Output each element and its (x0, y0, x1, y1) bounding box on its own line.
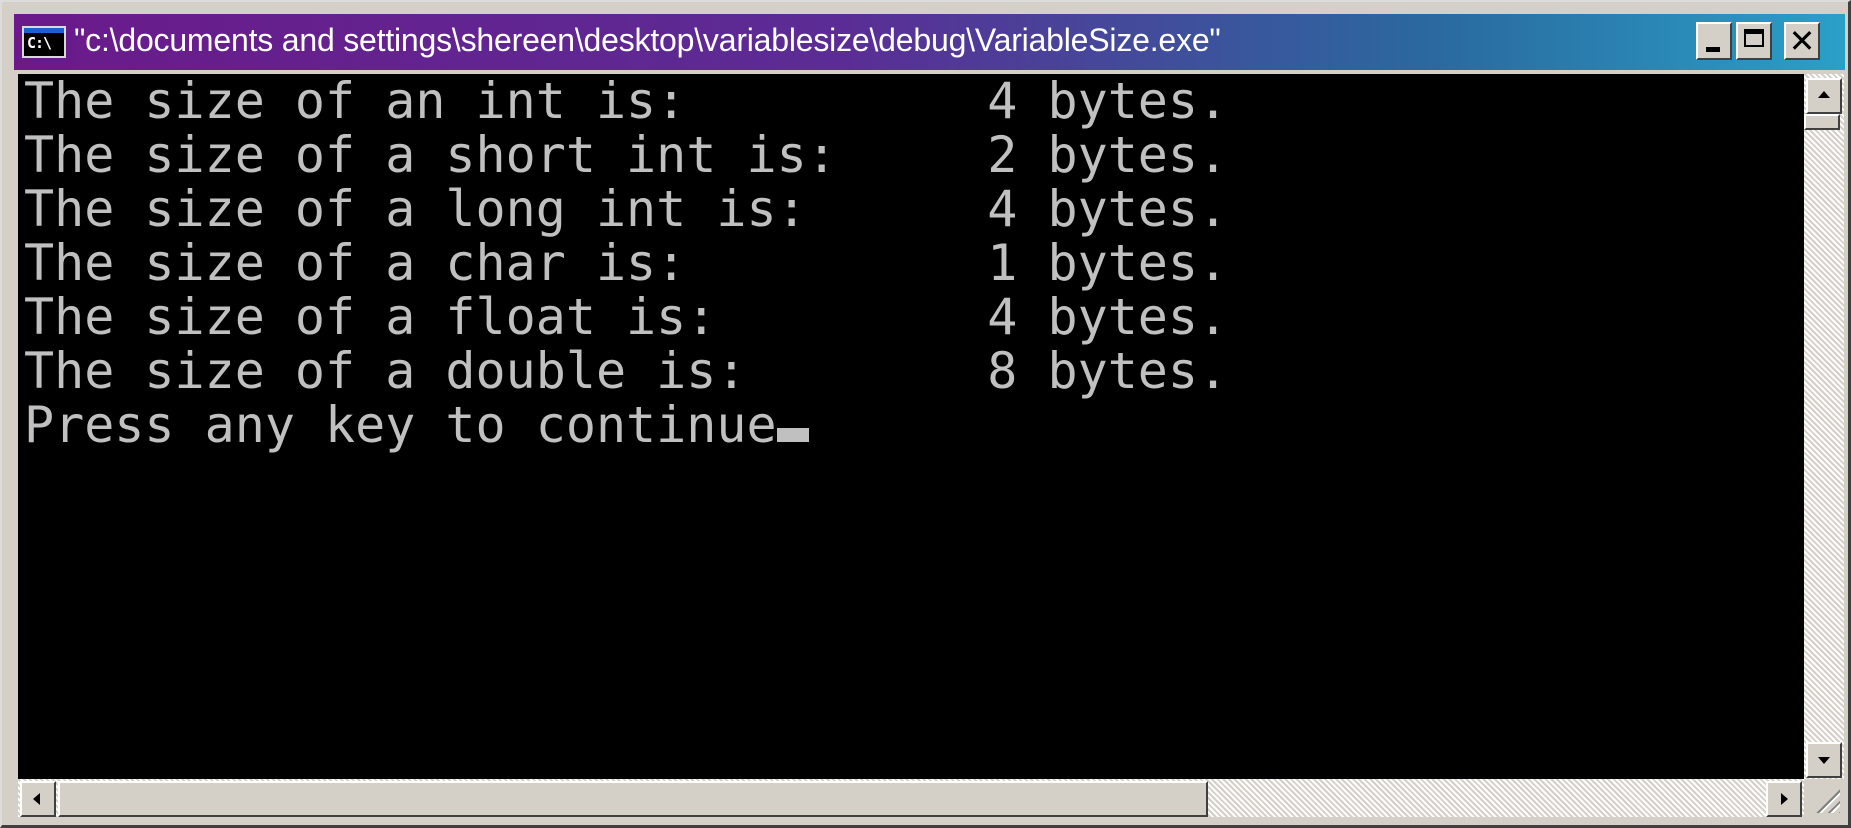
vertical-scroll-thumb[interactable] (1804, 114, 1840, 130)
console-prompt-line: Press any key to continue (24, 398, 1228, 452)
console-line: The size of a long int is: 4 bytes. (24, 180, 1229, 238)
scroll-right-button[interactable] (1766, 781, 1802, 817)
console-line: The size of a char is: 1 bytes. (24, 234, 1229, 292)
prompt-text: Press any key to continue (24, 396, 777, 454)
horizontal-scroll-thumb[interactable] (58, 781, 1208, 817)
close-icon: ✕ (1788, 22, 1816, 60)
close-button[interactable]: ✕ (1784, 22, 1820, 60)
resize-grip-icon[interactable] (1804, 779, 1844, 817)
console-icon[interactable]: C:\ (22, 26, 66, 58)
title-bar[interactable]: C:\ "c:\documents and settings\shereen\d… (14, 14, 1845, 70)
console-line: The size of an int is: 4 bytes. (24, 74, 1229, 130)
console-line: The size of a short int is: 2 bytes. (24, 126, 1229, 184)
vertical-scrollbar[interactable] (1804, 74, 1844, 779)
console-line: The size of a double is: 8 bytes. (24, 342, 1229, 400)
window-title: "c:\documents and settings\shereen\deskt… (74, 22, 1221, 58)
console-line: The size of a float is: 4 bytes. (24, 288, 1229, 346)
console-output[interactable]: The size of an int is: 4 bytes. The size… (18, 74, 1804, 779)
scroll-down-button[interactable] (1806, 742, 1842, 778)
text-cursor (776, 428, 809, 442)
minimize-button[interactable] (1696, 22, 1732, 60)
maximize-button[interactable] (1736, 22, 1772, 60)
scroll-left-button[interactable] (20, 781, 56, 817)
scroll-up-button[interactable] (1806, 78, 1842, 114)
